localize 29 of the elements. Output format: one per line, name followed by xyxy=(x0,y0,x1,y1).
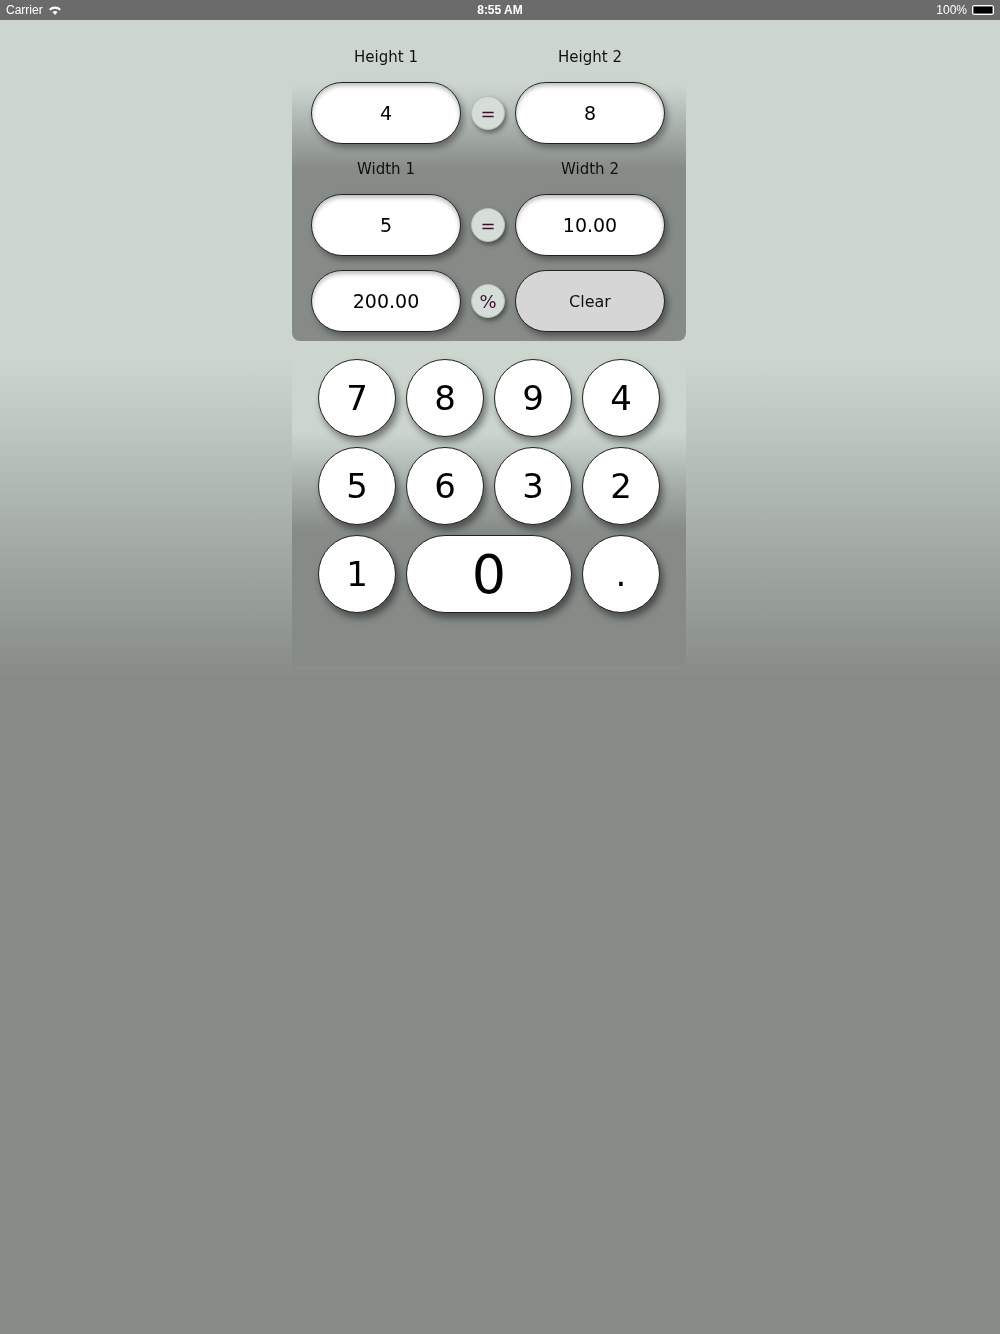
input-field[interactable]: 200.00 xyxy=(311,270,461,332)
keypad-key[interactable]: 7 xyxy=(318,359,396,437)
keypad-key[interactable]: 5 xyxy=(318,447,396,525)
clock-time: 8:55 AM xyxy=(477,3,523,17)
field-label: Height 2 xyxy=(557,47,623,68)
keypad-key[interactable]: 9 xyxy=(494,359,572,437)
keypad-key[interactable]: 2 xyxy=(582,447,660,525)
keypad-key[interactable]: . xyxy=(582,535,660,613)
keypad-key[interactable]: 8 xyxy=(406,359,484,437)
input-field[interactable]: 5 xyxy=(311,194,461,256)
input-field[interactable]: 8 xyxy=(515,82,665,144)
operator-button[interactable]: = xyxy=(471,208,505,242)
operator-button[interactable]: % xyxy=(471,284,505,318)
keypad-key[interactable]: 4 xyxy=(582,359,660,437)
keypad-key[interactable]: 6 xyxy=(406,447,484,525)
carrier-label: Carrier xyxy=(6,3,43,17)
battery-percent: 100% xyxy=(936,3,967,17)
field-label: Width 2 xyxy=(560,159,620,180)
operator-button[interactable]: = xyxy=(471,96,505,130)
keypad-key[interactable]: 3 xyxy=(494,447,572,525)
field-label: Height 1 xyxy=(353,47,419,68)
keypad-key[interactable]: 0 xyxy=(406,535,572,613)
wifi-icon xyxy=(47,5,62,15)
field-label: Width 1 xyxy=(356,159,416,180)
input-field[interactable]: 4 xyxy=(311,82,461,144)
input-field[interactable]: 10.00 xyxy=(515,194,665,256)
clear-button[interactable]: Clear xyxy=(515,270,665,332)
battery-icon xyxy=(972,5,994,15)
keypad-key[interactable]: 1 xyxy=(318,535,396,613)
